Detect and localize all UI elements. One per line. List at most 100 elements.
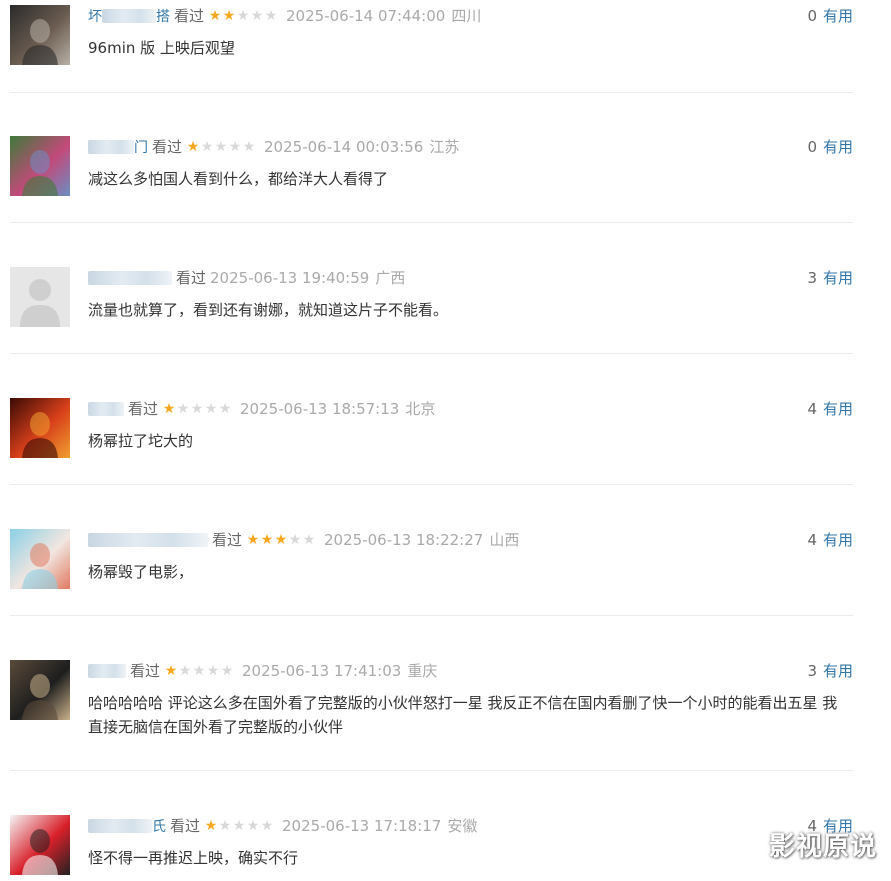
username-link[interactable]: 氏 [88,817,166,835]
useful-button[interactable]: 有用 [823,7,853,25]
useful-button[interactable]: 有用 [823,400,853,418]
username-link[interactable] [88,531,208,549]
username-blur [88,819,152,833]
username-visible-part: 搭 [156,9,170,25]
useful-button[interactable]: 有用 [823,531,853,549]
vote-count: 4 [807,531,817,549]
comment-location: 北京 [405,400,436,418]
star-filled-icon: ★ [204,818,218,834]
rating-stars: ★ ★ ★ ★ ★ [208,9,278,23]
avatar[interactable] [10,660,70,720]
username-blur [102,9,156,23]
comment-location: 安徽 [447,817,478,835]
watched-label: 看过 [152,138,183,156]
star-filled-icon: ★ [186,139,200,155]
star-empty-icon: ★ [178,663,192,679]
comment-item: 看过 2025-06-13 19:40:59 广西 3 有用 流量也就算了，看到还有谢娜，… [10,262,853,354]
avatar[interactable] [10,267,70,327]
star-empty-icon: ★ [242,139,256,155]
avatar[interactable] [10,815,70,875]
useful-button[interactable]: 有用 [823,269,853,287]
comment-meta: 坏搭看过 ★ ★ ★ ★ ★ 2025-06-14 07:44:00 四川 [88,6,481,26]
vote-area: 3 有用 [807,661,853,681]
star-empty-icon: ★ [206,663,220,679]
username-blur [88,271,172,285]
rating-stars: ★ ★ ★ ★ ★ [246,533,316,547]
comment-meta: 看过 ★ ★ ★ ★ ★ 2025-06-13 18:22:27 山西 [88,530,519,550]
star-empty-icon: ★ [288,532,302,548]
star-filled-icon: ★ [164,663,178,679]
vote-area: 3 有用 [807,268,853,288]
watched-label: 看过 [174,7,205,25]
star-filled-icon: ★ [222,8,236,24]
comment-location: 广西 [375,269,406,287]
username-blur [88,664,126,678]
vote-area: 4 有用 [807,399,853,419]
star-filled-icon: ★ [208,8,222,24]
comment-location: 四川 [451,7,482,25]
star-empty-icon: ★ [302,532,316,548]
comment-text: 哈哈哈哈哈 评论这么多在国外看了完整版的小伙伴怒打一星 我反正不信在国内看删了快… [88,694,838,736]
comment-item: 坏搭看过 ★ ★ ★ ★ ★ 2025-06-14 07:44:00 四川 0 有用 96min 版… [10,0,853,93]
star-empty-icon: ★ [246,818,260,834]
watched-label: 看过 [130,662,161,680]
comment-meta: 看过 ★ ★ ★ ★ ★ 2025-06-13 17:41:03 重庆 [88,661,437,681]
useful-button[interactable]: 有用 [823,662,853,680]
avatar[interactable] [10,398,70,458]
comment-item: 氏看过 ★ ★ ★ ★ ★ 2025-06-13 17:18:17 安徽 4 有用 怪不得一再推迟上… [10,810,853,881]
vote-count: 3 [807,662,817,680]
watched-label: 看过 [170,817,201,835]
vote-count: 3 [807,269,817,287]
star-empty-icon: ★ [176,401,190,417]
star-empty-icon: ★ [200,139,214,155]
star-empty-icon: ★ [190,401,204,417]
comment-text: 减这么多怕国人看到什么，都给洋大人看得了 [88,170,389,188]
comment-meta: 看过 ★ ★ ★ ★ ★ 2025-06-13 18:57:13 北京 [88,399,435,419]
vote-count: 4 [807,400,817,418]
avatar[interactable] [10,5,70,65]
vote-count: 0 [807,7,817,25]
username-link[interactable] [88,269,172,287]
star-empty-icon: ★ [214,139,228,155]
username-blur [88,140,134,154]
username-link[interactable]: 门 [88,138,148,156]
comment-meta: 氏看过 ★ ★ ★ ★ ★ 2025-06-13 17:18:17 安徽 [88,816,477,836]
star-empty-icon: ★ [192,663,206,679]
username-blur [88,533,208,547]
username-link[interactable] [88,400,124,418]
rating-stars: ★ ★ ★ ★ ★ [162,402,232,416]
star-empty-icon: ★ [232,818,246,834]
watched-label: 看过 [128,400,159,418]
star-empty-icon: ★ [204,401,218,417]
rating-stars: ★ ★ ★ ★ ★ [164,664,234,678]
comment-text: 96min 版 上映后观望 [88,39,235,57]
star-filled-icon: ★ [246,532,260,548]
useful-button[interactable]: 有用 [823,138,853,156]
star-empty-icon: ★ [228,139,242,155]
avatar[interactable] [10,529,70,589]
watched-label: 看过 [212,531,243,549]
comment-item: 看过 ★ ★ ★ ★ ★ 2025-06-13 18:57:13 北京 4 有用杨幂拉了坨大的 [10,393,853,485]
username-visible-part: 氏 [152,819,166,835]
username-link[interactable] [88,662,126,680]
star-filled-icon: ★ [274,532,288,548]
star-empty-icon: ★ [264,8,278,24]
comment-item: 看过 ★ ★ ★ ★ ★ 2025-06-13 18:22:27 山西 4 有用 杨幂毁了电影， [10,524,853,616]
username-link[interactable]: 坏搭 [88,7,170,25]
star-empty-icon: ★ [218,818,232,834]
comment-time: 2025-06-13 18:22:27 [324,531,484,549]
username-visible-part: 坏 [88,9,102,25]
comment-item: 门看过 ★ ★ ★ ★ ★ 2025-06-14 00:03:56 江苏 0 有用 减这么多怕国人看… [10,131,853,223]
username-visible-part: 门 [134,140,148,156]
comment-text: 杨幂拉了坨大的 [88,432,194,450]
star-empty-icon: ★ [250,8,264,24]
comment-item: 看过 ★ ★ ★ ★ ★ 2025-06-13 17:41:03 重庆 3 有用哈哈哈哈哈 评论这… [10,655,853,771]
star-empty-icon: ★ [220,663,234,679]
vote-area: 0 有用 [807,6,853,26]
avatar[interactable] [10,136,70,196]
comment-time: 2025-06-13 19:40:59 [210,269,370,287]
comment-time: 2025-06-13 18:57:13 [240,400,400,418]
star-empty-icon: ★ [218,401,232,417]
vote-count: 0 [807,138,817,156]
vote-area: 0 有用 [807,137,853,157]
